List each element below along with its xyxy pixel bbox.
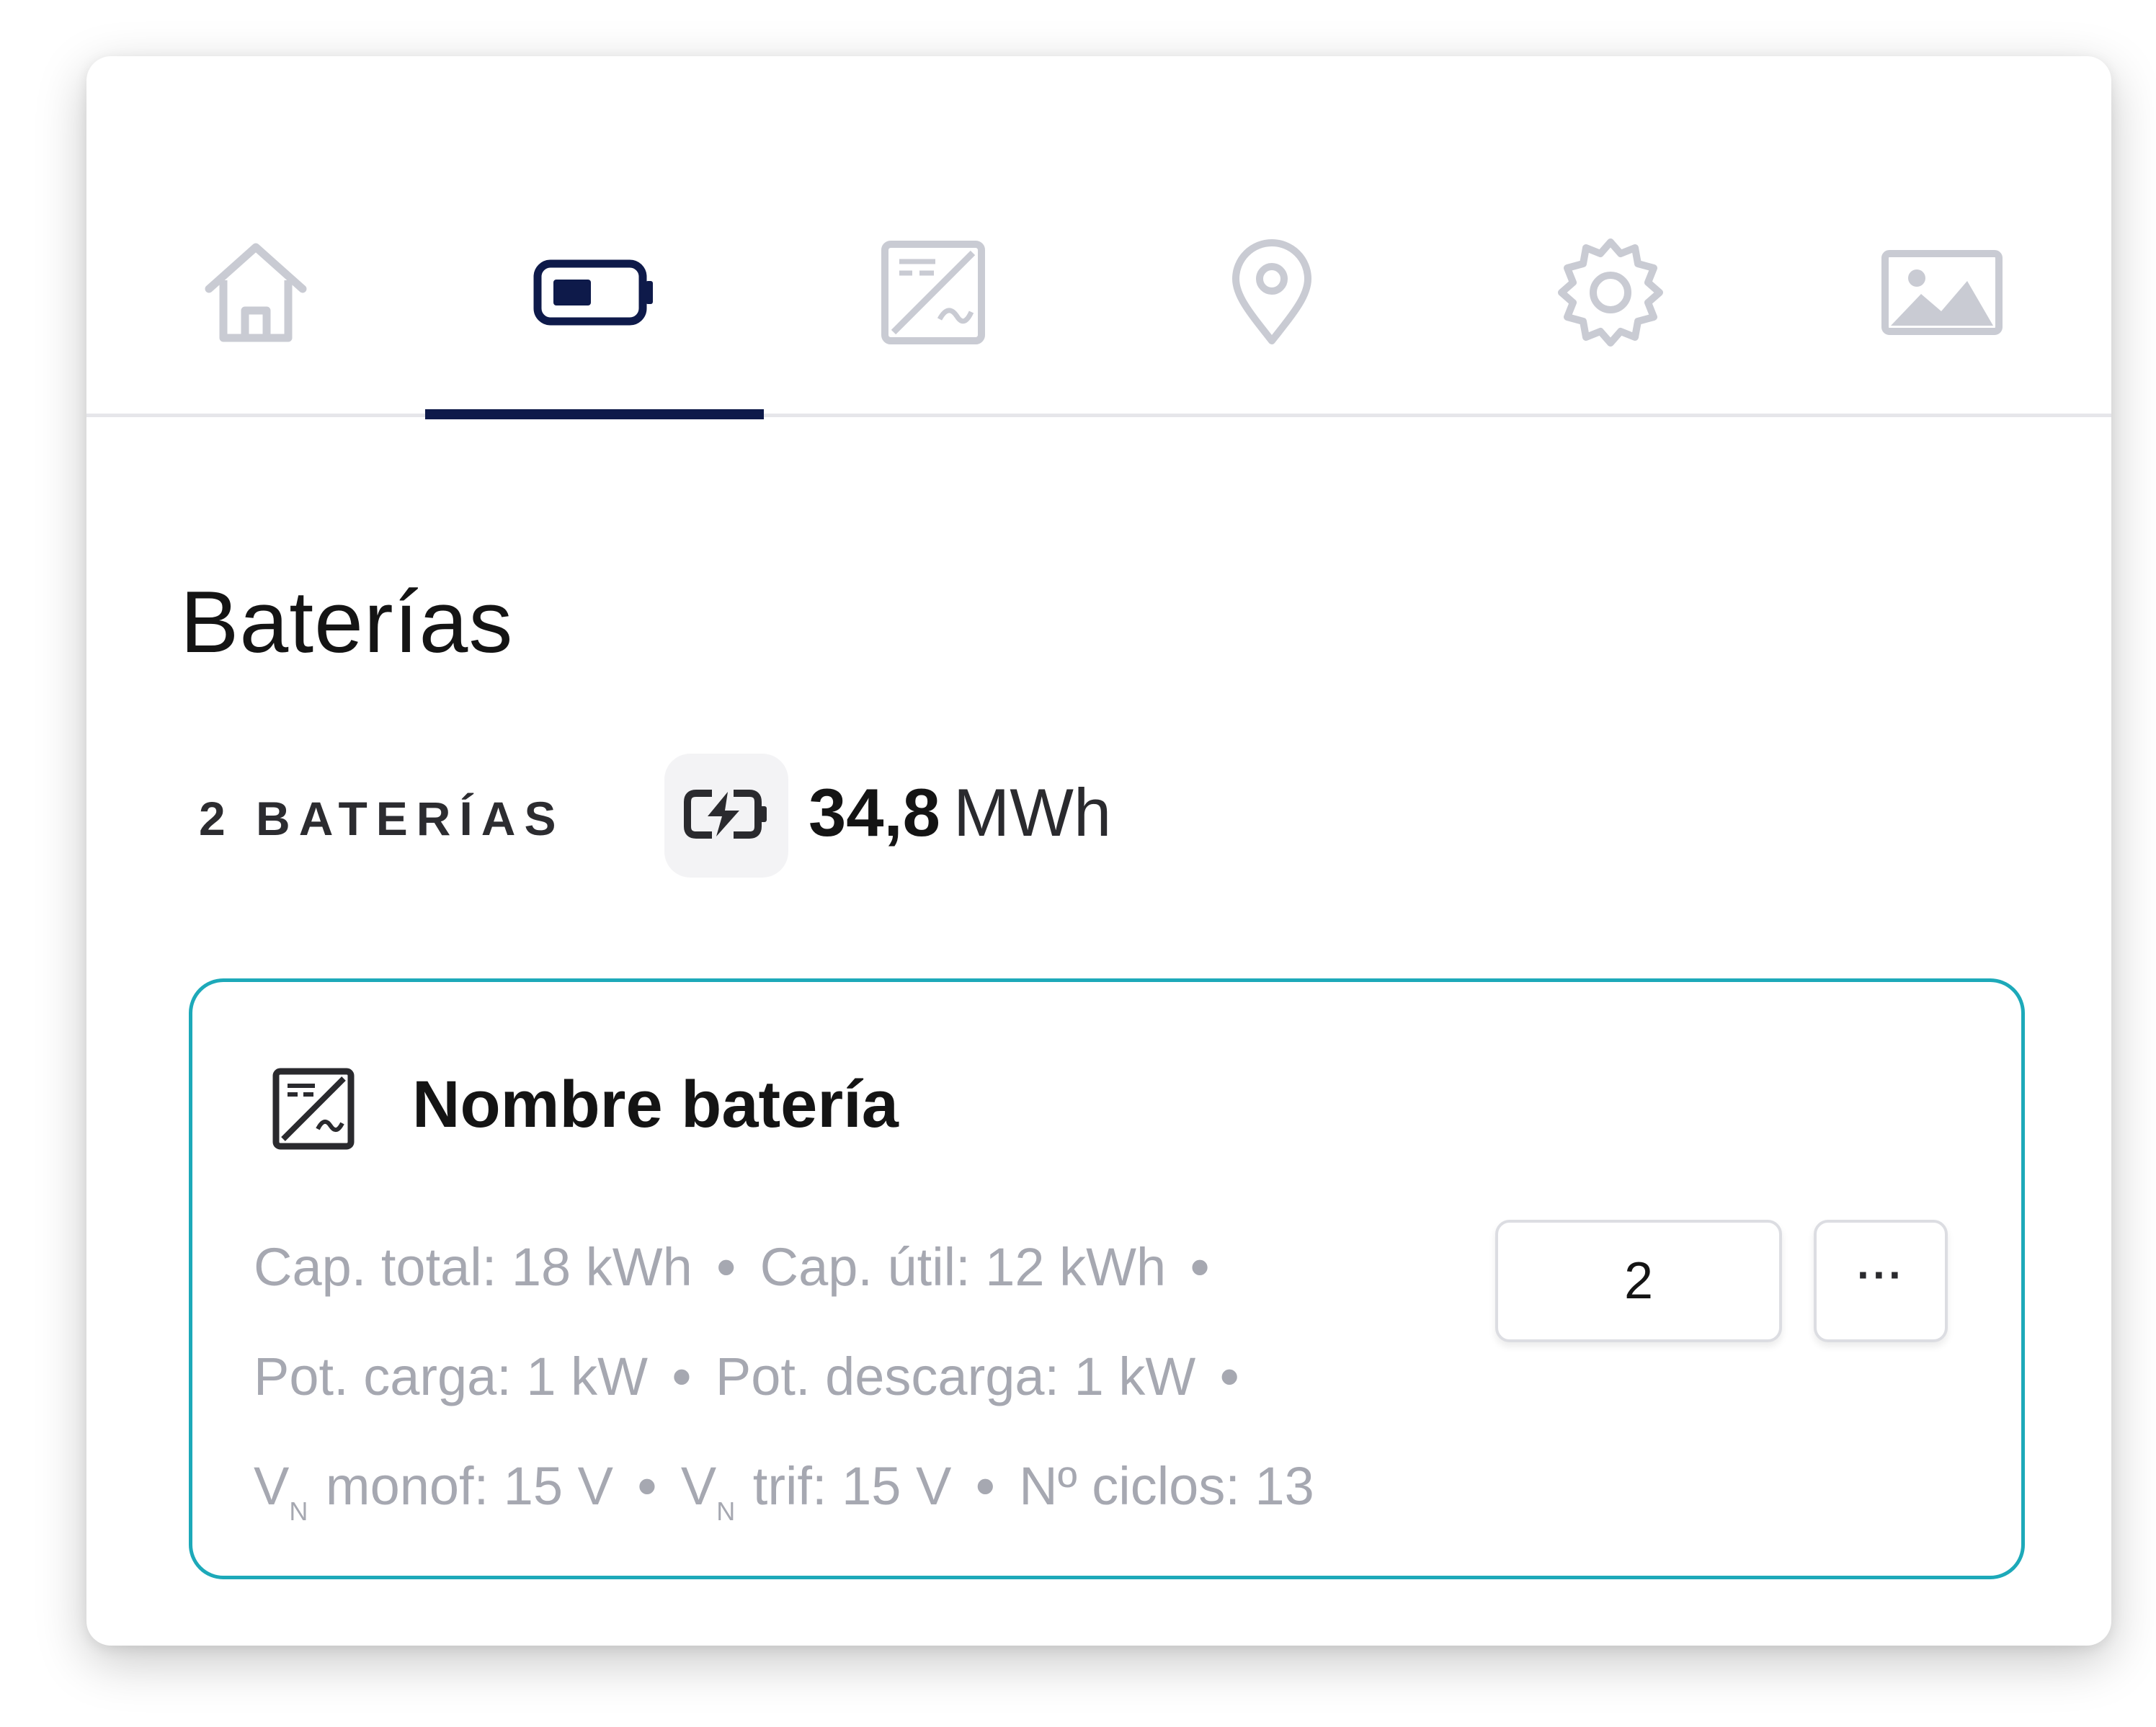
spec-separator: • (1190, 1237, 1210, 1297)
inverter-icon (879, 238, 987, 350)
spec-vn-monof-value: monof: 15 V (325, 1456, 613, 1516)
spec-vn-monof-subscript: N (289, 1496, 308, 1526)
total-energy: 34,8 MWh (808, 774, 1111, 852)
battery-card[interactable]: Nombre batería Cap. total: 18 kWh • Cap. ú… (189, 978, 2025, 1579)
tab-gallery[interactable] (1773, 56, 2111, 416)
tab-bar (86, 56, 2111, 419)
home-icon (195, 238, 317, 350)
spec-vn-monof: VN monof: 15 V (254, 1456, 613, 1526)
spec-pot-carga: Pot. carga: 1 kW (254, 1347, 648, 1406)
battery-icon (533, 256, 656, 332)
spec-vn-trif-symbol: V (680, 1456, 717, 1516)
spec-line-power: Pot. carga: 1 kW • Pot. descarga: 1 kW • (254, 1322, 1536, 1432)
spec-pot-descarga: Pot. descarga: 1 kW (715, 1347, 1196, 1406)
active-tab-indicator (425, 409, 764, 419)
battery-count: 2 BATERÍAS (199, 792, 565, 845)
spec-line-voltage: VN monof: 15 V • VN trif: 15 V • Nº ciclos: … (254, 1432, 1536, 1550)
tab-inverter[interactable] (764, 56, 1102, 416)
tab-location[interactable] (1102, 56, 1441, 416)
tab-bar-divider (86, 414, 2111, 417)
battery-charging-icon (683, 789, 770, 843)
inverter-icon (272, 1067, 355, 1154)
more-options-button[interactable]: ··· (1814, 1220, 1948, 1342)
energy-badge (664, 754, 788, 878)
spec-vn-monof-symbol: V (254, 1456, 290, 1516)
spec-cap-util: Cap. útil: 12 kWh (760, 1237, 1167, 1297)
battery-name: Nombre batería (412, 1068, 899, 1141)
page-title: Baterías (180, 573, 514, 671)
spec-separator: • (716, 1237, 736, 1297)
image-icon (1881, 249, 2003, 339)
spec-separator: • (672, 1347, 691, 1406)
spec-separator: • (1220, 1347, 1239, 1406)
tab-settings[interactable] (1441, 56, 1780, 416)
battery-specs: Cap. total: 18 kWh • Cap. útil: 12 kWh • Po… (254, 1213, 1536, 1550)
total-energy-value: 34,8 (808, 775, 940, 850)
location-pin-icon (1229, 238, 1315, 350)
spec-vn-trif-subscript: N (716, 1496, 736, 1526)
spec-separator: • (976, 1456, 995, 1516)
tab-home[interactable] (86, 56, 425, 416)
spec-separator: • (637, 1456, 656, 1516)
battery-panel: Baterías 2 BATERÍAS 34,8 MWh Nombre bate… (86, 56, 2111, 1646)
spec-ciclos: Nº ciclos: 13 (1019, 1456, 1314, 1516)
spec-cap-total: Cap. total: 18 kWh (254, 1237, 692, 1297)
tab-battery[interactable] (425, 56, 764, 416)
spec-line-capacity: Cap. total: 18 kWh • Cap. útil: 12 kWh • (254, 1213, 1536, 1322)
total-energy-unit: MWh (953, 775, 1112, 850)
spec-vn-trif: VN trif: 15 V (680, 1456, 952, 1526)
gear-icon (1553, 235, 1668, 354)
spec-vn-trif-value: trif: 15 V (752, 1456, 952, 1516)
quantity-input[interactable] (1495, 1220, 1782, 1342)
